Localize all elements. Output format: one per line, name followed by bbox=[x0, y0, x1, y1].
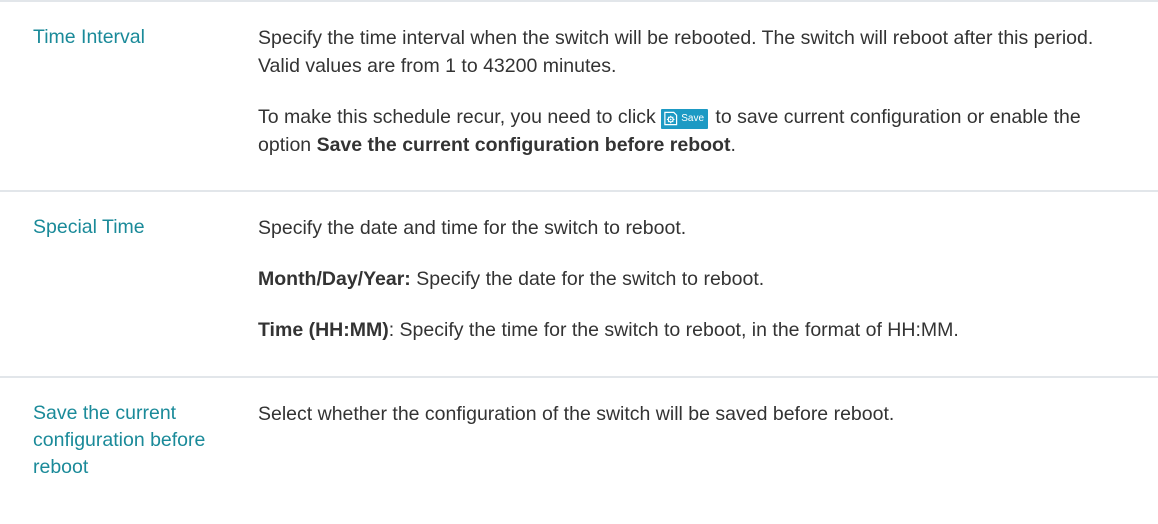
parameter-name-time-interval: Time Interval bbox=[33, 26, 145, 48]
date-label-bold: Month/Day/Year: bbox=[258, 268, 411, 290]
recur-text-before: To make this schedule recur, you need to… bbox=[258, 106, 662, 128]
description-paragraph-time: Time (HH:MM): Specify the time for the s… bbox=[258, 316, 1138, 344]
table-row-special-time: Special Time Specify the date and time f… bbox=[0, 192, 1158, 378]
parameter-description-save-config: Select whether the configuration of the … bbox=[258, 378, 1158, 524]
save-button[interactable]: Save bbox=[661, 108, 709, 129]
parameter-table: Time Interval Specify the time interval … bbox=[0, 0, 1158, 524]
parameter-name-special-time: Special Time bbox=[33, 216, 145, 238]
description-paragraph: Specify the date and time for the switch… bbox=[258, 217, 687, 239]
parameter-name-save-config: Save the current configuration before re… bbox=[33, 402, 206, 478]
time-label-bold: Time (HH:MM) bbox=[258, 319, 389, 341]
description-paragraph: Select whether the configuration of the … bbox=[258, 403, 895, 425]
option-name-bold: Save the current configuration before re… bbox=[316, 134, 731, 156]
description-paragraph: Specify the time interval when the switc… bbox=[258, 27, 1094, 77]
recur-text-end: . bbox=[730, 134, 736, 156]
date-text: Specify the date for the switch to reboo… bbox=[410, 268, 765, 290]
save-gear-icon bbox=[664, 111, 678, 126]
time-text: : Specify the time for the switch to reb… bbox=[388, 319, 959, 341]
save-button-label: Save bbox=[681, 112, 705, 124]
description-paragraph-date: Month/Day/Year: Specify the date for the… bbox=[258, 265, 1138, 293]
parameter-description-special-time: Specify the date and time for the switch… bbox=[258, 192, 1158, 376]
table-row-time-interval: Time Interval Specify the time interval … bbox=[0, 2, 1158, 192]
description-paragraph-recur: To make this schedule recur, you need to… bbox=[258, 103, 1138, 159]
table-row-save-config: Save the current configuration before re… bbox=[0, 378, 1158, 524]
parameter-description-time-interval: Specify the time interval when the switc… bbox=[258, 2, 1158, 190]
